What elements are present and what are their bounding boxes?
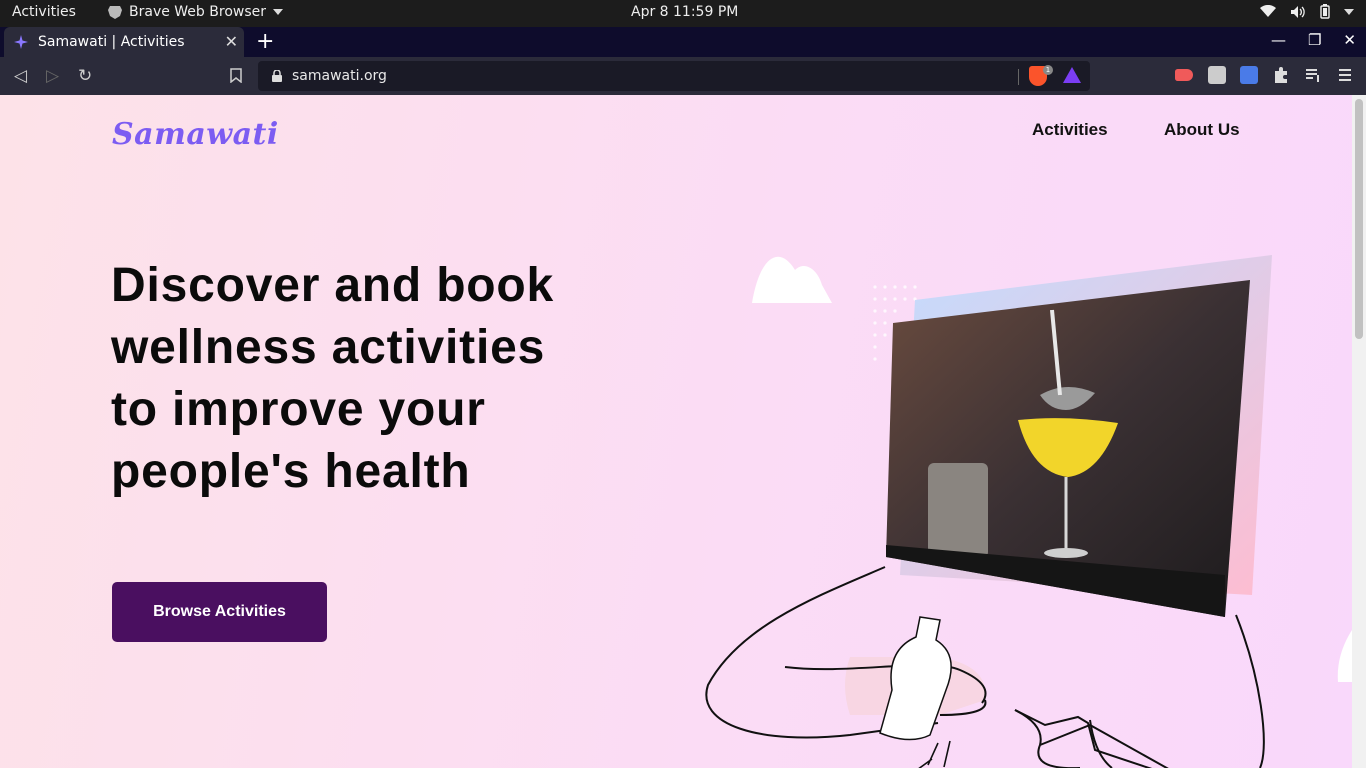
address-bar[interactable]: samawati.org 1 — [258, 61, 1090, 91]
close-window-icon[interactable]: ✕ — [1343, 31, 1356, 49]
brave-lion-icon — [108, 5, 122, 19]
right-edge-shape — [1337, 630, 1352, 682]
motion-lines — [918, 740, 951, 768]
headline-line-3: to improve your — [111, 383, 486, 436]
app-menu-label: Brave Web Browser — [129, 4, 266, 20]
hero-illustration — [705, 255, 1352, 768]
google-translate-icon[interactable] — [1240, 66, 1258, 84]
menu-hamburger-icon[interactable] — [1336, 66, 1354, 84]
hero-headline: Discover and book wellness activities to… — [111, 255, 631, 503]
tab-title: Samawati | Activities — [38, 34, 185, 50]
app-menu[interactable]: Brave Web Browser — [108, 4, 283, 20]
brave-rewards-icon[interactable] — [1063, 67, 1081, 83]
shields-count-badge: 1 — [1043, 65, 1053, 75]
url-text: samawati.org — [292, 68, 387, 84]
page-scrollbar[interactable] — [1352, 95, 1366, 768]
reading-list-icon[interactable] — [1304, 66, 1322, 84]
bookmark-icon[interactable] — [230, 68, 242, 83]
web-page: Samawati Activities About Us Discover an… — [0, 95, 1352, 768]
tab-samawati[interactable]: Samawati | Activities ✕ — [4, 27, 244, 57]
wifi-icon — [1260, 5, 1276, 17]
scrollbar-thumb[interactable] — [1355, 99, 1363, 339]
clock[interactable]: Apr 8 11:59 PM — [631, 4, 738, 20]
extension-record-icon[interactable] — [1175, 69, 1193, 81]
extension-gray-icon[interactable] — [1208, 66, 1226, 84]
headline-line-2: wellness activities — [111, 321, 546, 374]
tab-strip: Samawati | Activities ✕ + — ❐ ✕ — [0, 27, 1366, 57]
forward-icon[interactable]: ▷ — [46, 66, 59, 86]
reload-icon[interactable]: ↻ — [78, 66, 92, 86]
new-tab-button[interactable]: + — [256, 29, 274, 54]
tab-favicon-icon — [14, 35, 28, 49]
headline-line-4: people's health — [111, 445, 471, 498]
chevron-down-icon — [273, 9, 283, 15]
battery-icon — [1320, 4, 1330, 19]
nav-about-us-link[interactable]: About Us — [1164, 120, 1240, 140]
back-icon[interactable]: ◁ — [14, 66, 27, 86]
activities-button[interactable]: Activities — [12, 4, 76, 20]
system-menu-chevron-icon — [1344, 8, 1354, 15]
system-tray[interactable] — [1260, 4, 1354, 19]
browse-activities-button[interactable]: Browse Activities — [112, 582, 327, 642]
maximize-icon[interactable]: ❐ — [1308, 31, 1321, 49]
extensions-puzzle-icon[interactable] — [1272, 66, 1290, 84]
minimize-icon[interactable]: — — [1271, 31, 1286, 49]
system-top-bar: Activities Brave Web Browser Apr 8 11:59… — [0, 0, 1366, 27]
lock-icon — [272, 70, 282, 82]
cocktail-shaker — [928, 463, 988, 558]
nav-activities-link[interactable]: Activities — [1032, 120, 1108, 140]
bottle-in-hand — [879, 616, 952, 741]
cloud-shape — [752, 256, 832, 303]
window-controls: — ❐ ✕ — [1271, 31, 1356, 49]
browser-toolbar: ◁ ▷ ↻ samawati.org 1 — [0, 57, 1366, 95]
headline-line-1: Discover and book — [111, 259, 555, 312]
tab-close-icon[interactable]: ✕ — [225, 32, 238, 51]
volume-icon — [1291, 5, 1305, 18]
samawati-logo[interactable]: Samawati — [112, 117, 279, 152]
address-separator — [1018, 69, 1019, 85]
arm-outline-right — [1014, 614, 1265, 768]
